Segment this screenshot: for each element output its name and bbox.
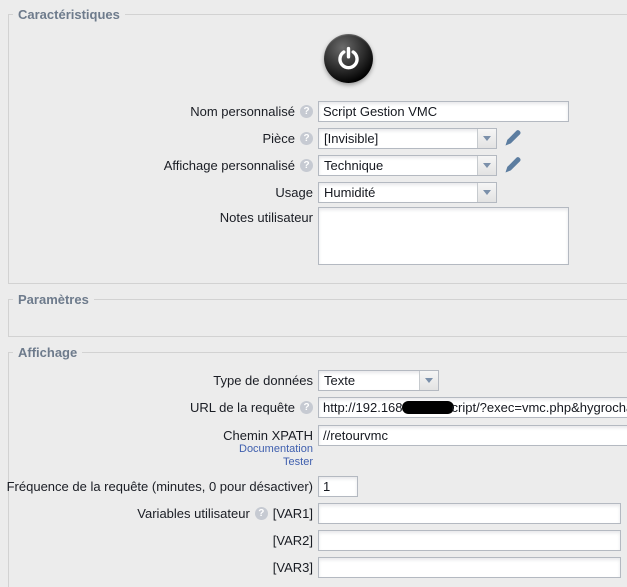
name-label-row: Nom personnalisé ? [190,101,313,122]
room-label: Pièce [262,131,295,146]
notes-label: Notes utilisateur [220,210,313,225]
edit-display-button[interactable] [503,155,523,175]
help-icon[interactable]: ? [300,159,313,172]
var2-label-row: [VAR2] [273,530,313,551]
chevron-down-icon [477,129,496,148]
custom-display-select-value: Technique [319,156,477,175]
custom-display-label-row: Affichage personnalisé ? [164,155,313,176]
help-icon[interactable]: ? [300,132,313,145]
custom-display-label: Affichage personnalisé [164,158,295,173]
var3-label: [VAR3] [273,560,313,575]
usage-label: Usage [275,185,313,200]
data-type-label: Type de données [213,373,313,388]
usage-select[interactable]: Humidité [318,182,497,203]
room-select-value: [Invisible] [319,129,477,148]
chevron-down-icon [419,371,438,390]
user-notes-textarea[interactable] [318,207,569,265]
url-value-suffix: cript/?exec=vmc.php&hygrocham [452,400,627,415]
url-label: URL de la requête [190,400,295,415]
documentation-link[interactable]: Documentation [239,443,313,455]
frequency-label: Fréquence de la requête (minutes, 0 pour… [7,479,313,494]
power-button[interactable] [324,34,373,83]
variables-label: Variables utilisateur [137,506,249,521]
help-icon[interactable]: ? [255,507,268,520]
var3-input[interactable] [318,557,621,578]
display-legend: Affichage [13,345,82,360]
request-url-input[interactable]: http://192.168 cript/?exec=vmc.php&hygroc… [318,397,627,418]
frequency-input[interactable] [318,476,358,497]
help-icon[interactable]: ? [300,401,313,414]
usage-select-value: Humidité [319,183,477,202]
xpath-label: Chemin XPATH [223,428,313,443]
parameters-legend: Paramètres [13,292,94,307]
tester-link[interactable]: Tester [283,456,313,468]
redaction-blob [402,401,454,414]
url-value-prefix: http://192.168 [323,400,403,415]
room-select[interactable]: [Invisible] [318,128,497,149]
pencil-icon [503,155,523,175]
frequency-label-row: Fréquence de la requête (minutes, 0 pour… [7,476,313,497]
name-label: Nom personnalisé [190,104,295,119]
pencil-icon [503,128,523,148]
custom-name-input[interactable] [318,101,569,122]
usage-label-row: Usage [275,182,313,203]
device-config-page: Caractéristiques Nom personnalisé ? Pièc… [0,0,627,587]
chevron-down-icon [477,183,496,202]
chevron-down-icon [477,156,496,175]
help-icon[interactable]: ? [300,105,313,118]
var1-input[interactable] [318,503,621,524]
url-label-row: URL de la requête ? [190,397,313,418]
var3-label-row: [VAR3] [273,557,313,578]
characteristics-legend: Caractéristiques [13,7,125,22]
variables-label-row: Variables utilisateur ? [VAR1] [137,503,313,524]
room-label-row: Pièce ? [262,128,313,149]
data-type-select[interactable]: Texte [318,370,439,391]
data-type-select-value: Texte [319,371,419,390]
power-icon [335,45,362,72]
xpath-input[interactable] [318,425,627,446]
var2-input[interactable] [318,530,621,551]
custom-display-select[interactable]: Technique [318,155,497,176]
notes-label-row: Notes utilisateur [220,207,313,228]
var1-label: [VAR1] [273,506,313,521]
data-type-label-row: Type de données [213,370,313,391]
parameters-section: Paramètres [8,292,627,337]
var2-label: [VAR2] [273,533,313,548]
edit-room-button[interactable] [503,128,523,148]
